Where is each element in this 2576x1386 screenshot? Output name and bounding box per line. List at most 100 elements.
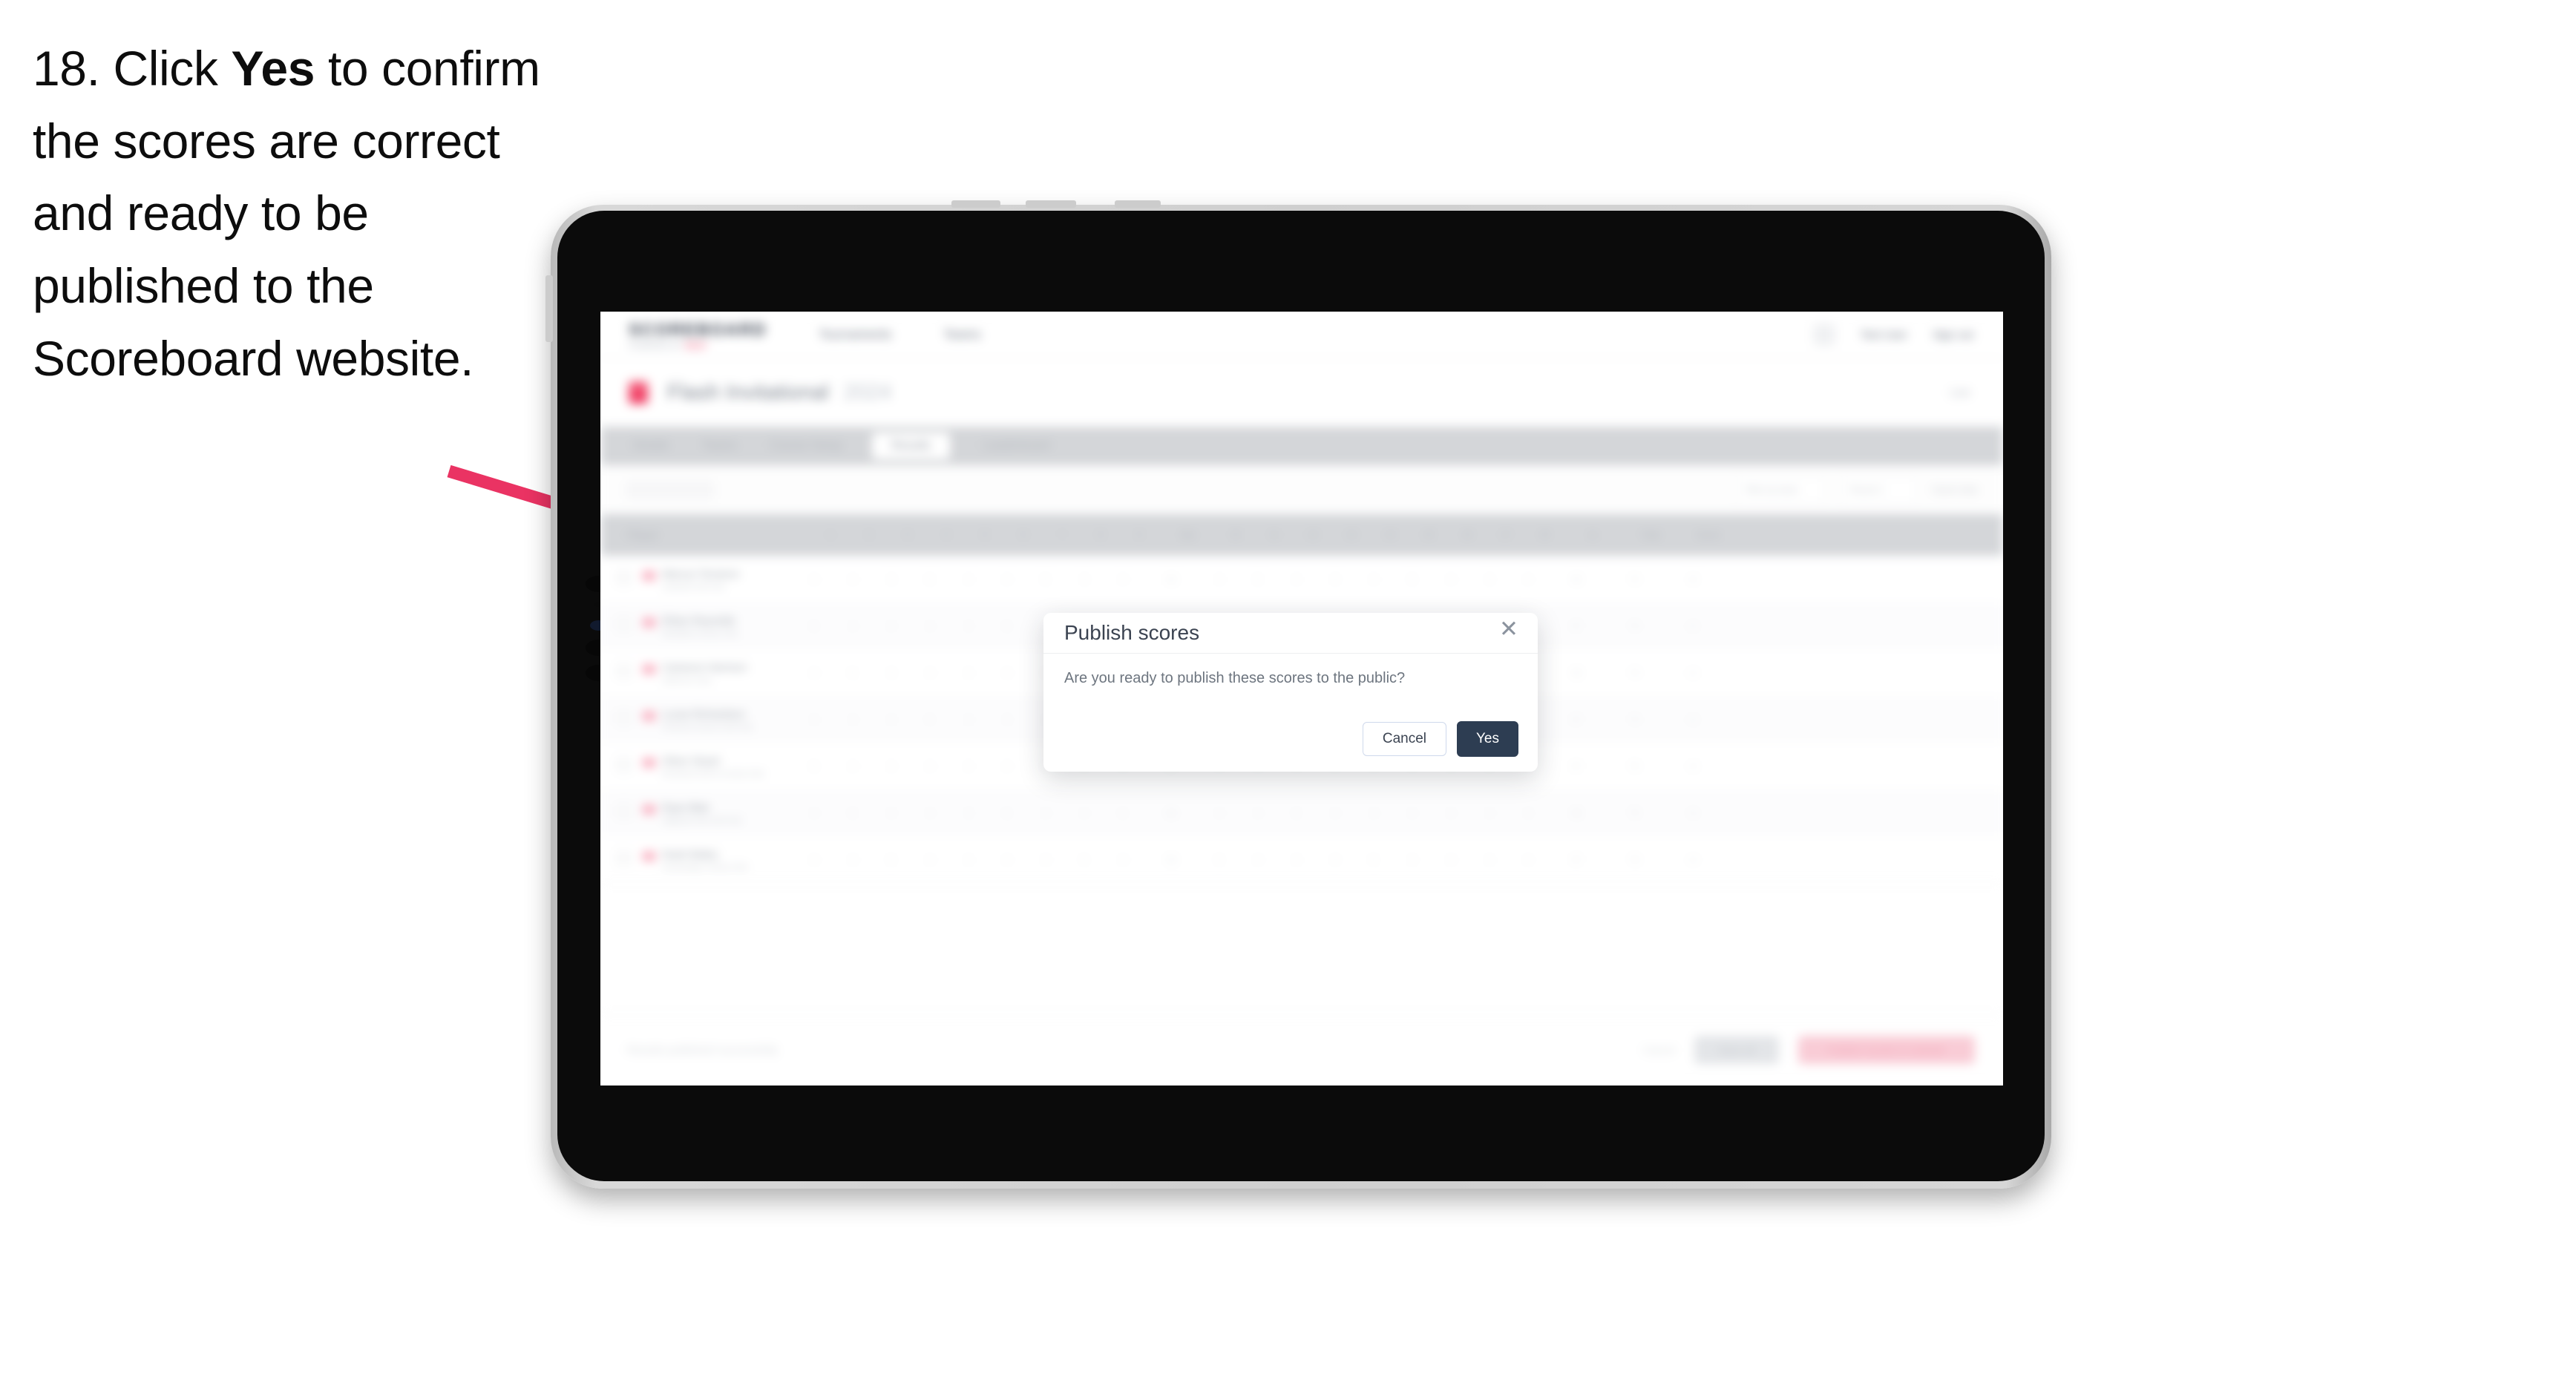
- score-cell[interactable]: +0: [1663, 574, 1721, 585]
- score-cell[interactable]: 3: [949, 621, 988, 631]
- user-avatar-icon[interactable]: [1812, 323, 1835, 346]
- score-cell[interactable]: +2: [1663, 621, 1721, 631]
- score-cell[interactable]: 75: [1605, 761, 1663, 772]
- score-cell[interactable]: 4: [988, 574, 1026, 585]
- score-cell[interactable]: 4: [833, 715, 872, 725]
- score-cell[interactable]: 3: [1509, 808, 1547, 818]
- score-cell[interactable]: 4: [1432, 855, 1470, 865]
- score-cell[interactable]: 4: [988, 761, 1026, 772]
- score-cell[interactable]: 4: [1200, 574, 1239, 585]
- nav-teams[interactable]: Teams: [943, 327, 980, 342]
- score-cell[interactable]: 5: [1104, 808, 1142, 818]
- round-filter-dropdown[interactable]: Round 1: [1840, 476, 1916, 503]
- score-cell[interactable]: +2: [1663, 668, 1721, 678]
- score-cell[interactable]: 3: [988, 715, 1026, 725]
- score-cell[interactable]: 5: [1200, 855, 1239, 865]
- score-cell[interactable]: 4: [1104, 574, 1142, 585]
- score-cell[interactable]: 4: [1065, 808, 1104, 818]
- tab-results[interactable]: Results: [871, 433, 951, 459]
- score-cell[interactable]: 4: [1393, 808, 1432, 818]
- score-cell[interactable]: 74: [1605, 621, 1663, 631]
- score-cell[interactable]: 74: [1605, 668, 1663, 678]
- score-cell[interactable]: 4: [872, 715, 911, 725]
- score-cell[interactable]: 4: [1104, 855, 1142, 865]
- score-cell[interactable]: 4: [949, 715, 988, 725]
- score-cell[interactable]: 5: [911, 715, 949, 725]
- score-cell[interactable]: 5: [988, 621, 1026, 631]
- row-checkbox[interactable]: [617, 710, 631, 725]
- score-cell[interactable]: 38: [1142, 855, 1200, 865]
- score-cell[interactable]: 5: [1065, 855, 1104, 865]
- score-cell[interactable]: 4: [833, 761, 872, 772]
- score-cell[interactable]: 4: [833, 855, 872, 865]
- footer-publish-button[interactable]: Publish results to website: [1798, 1036, 1975, 1064]
- score-cell[interactable]: 38: [1547, 668, 1605, 678]
- table-row[interactable]: Ryan Blair Highland Park Golf Club 4 5 4 4 3 5 4…: [600, 789, 2003, 837]
- score-cell[interactable]: 4: [1354, 808, 1393, 818]
- row-checkbox[interactable]: [617, 617, 631, 631]
- score-cell[interactable]: +4: [1663, 855, 1721, 865]
- score-cell[interactable]: 37: [1547, 621, 1605, 631]
- tab-teams[interactable]: Teams: [702, 439, 737, 453]
- footer-cancel-button[interactable]: Cancel: [1643, 1044, 1676, 1056]
- score-cell[interactable]: 3: [1065, 574, 1104, 585]
- score-cell[interactable]: 5: [833, 668, 872, 678]
- score-cell[interactable]: 38: [1142, 808, 1200, 818]
- score-cell[interactable]: 4: [1509, 855, 1547, 865]
- score-cell[interactable]: 37: [1547, 761, 1605, 772]
- score-cell[interactable]: 5: [795, 621, 833, 631]
- score-cell[interactable]: 3: [949, 808, 988, 818]
- score-cell[interactable]: 3: [1470, 574, 1509, 585]
- score-cell[interactable]: 4: [911, 621, 949, 631]
- score-cell[interactable]: 4: [988, 855, 1026, 865]
- score-cell[interactable]: 75: [1605, 808, 1663, 818]
- score-cell[interactable]: 4: [1239, 808, 1277, 818]
- score-cell[interactable]: 37: [1547, 715, 1605, 725]
- score-cell[interactable]: 4: [949, 855, 988, 865]
- close-icon[interactable]: ✕: [1499, 617, 1518, 640]
- score-cell[interactable]: 4: [911, 808, 949, 818]
- score-cell[interactable]: +2: [1663, 715, 1721, 725]
- score-cell[interactable]: 4: [1026, 855, 1065, 865]
- signout-link[interactable]: Sign out: [1933, 329, 1973, 341]
- cancel-button[interactable]: Cancel: [1362, 722, 1446, 756]
- score-cell[interactable]: 4: [872, 621, 911, 631]
- score-cell[interactable]: 5: [1026, 574, 1065, 585]
- row-checkbox[interactable]: [617, 804, 631, 818]
- row-checkbox[interactable]: [617, 757, 631, 772]
- score-cell[interactable]: 4: [949, 668, 988, 678]
- score-cell[interactable]: 5: [1277, 808, 1316, 818]
- score-cell[interactable]: 4: [833, 621, 872, 631]
- score-cell[interactable]: 4: [1239, 855, 1277, 865]
- score-cell[interactable]: 4: [795, 668, 833, 678]
- score-cell[interactable]: 4: [1393, 855, 1432, 865]
- score-cell[interactable]: 4: [911, 668, 949, 678]
- score-cell[interactable]: 36: [1547, 574, 1605, 585]
- score-cell[interactable]: 4: [795, 855, 833, 865]
- score-cell[interactable]: 5: [833, 808, 872, 818]
- score-cell[interactable]: 5: [1393, 574, 1432, 585]
- score-cell[interactable]: 4: [1470, 808, 1509, 818]
- score-cell[interactable]: 4: [795, 808, 833, 818]
- tab-course-setup[interactable]: Course Setup: [770, 439, 842, 453]
- score-cell[interactable]: 36: [1547, 808, 1605, 818]
- score-cell[interactable]: 36: [1142, 574, 1200, 585]
- score-cell[interactable]: 37: [1547, 855, 1605, 865]
- score-cell[interactable]: 4: [795, 574, 833, 585]
- table-row[interactable]: Noah Bailey Stonebridge Country Club 4 4 5 4 4…: [600, 836, 2003, 884]
- score-cell[interactable]: 4: [1026, 808, 1065, 818]
- search-input[interactable]: [626, 480, 715, 499]
- table-row[interactable]: Marcus Torrance Lakeside Golf Club 4 4 3 5 4 4 5…: [600, 556, 2003, 603]
- nav-tournaments[interactable]: Tournaments: [819, 327, 891, 342]
- score-cell[interactable]: 5: [911, 574, 949, 585]
- score-cell[interactable]: 3: [872, 574, 911, 585]
- score-cell[interactable]: 4: [1509, 574, 1547, 585]
- row-checkbox[interactable]: [617, 570, 631, 585]
- row-checkbox[interactable]: [617, 850, 631, 865]
- score-cell[interactable]: +3: [1663, 761, 1721, 772]
- score-cell[interactable]: 3: [1316, 855, 1354, 865]
- score-cell[interactable]: 4: [1432, 808, 1470, 818]
- score-cell[interactable]: 5: [872, 855, 911, 865]
- score-cell[interactable]: 4: [1316, 808, 1354, 818]
- score-cell[interactable]: 76: [1605, 855, 1663, 865]
